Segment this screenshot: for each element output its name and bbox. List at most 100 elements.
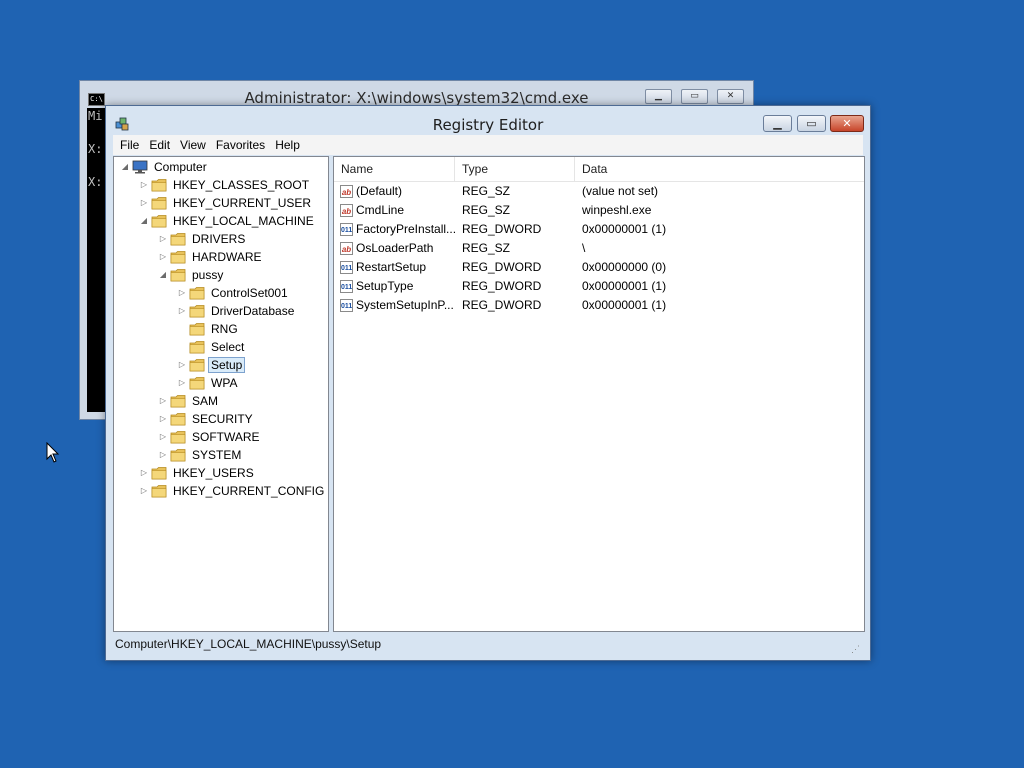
- tree-node-label: HKEY_USERS: [173, 466, 254, 480]
- value-name: SetupType: [356, 279, 414, 293]
- value-name-cell: 011 RestartSetup: [334, 258, 455, 277]
- collapsed-arrow-icon[interactable]: ▷: [139, 482, 149, 500]
- value-row[interactable]: ab CmdLine REG_SZ winpeshl.exe: [334, 201, 864, 220]
- menu-edit[interactable]: Edit: [144, 135, 175, 155]
- folder-icon: [189, 359, 205, 372]
- expanded-arrow-icon[interactable]: ◢: [158, 266, 168, 284]
- values-list[interactable]: Name Type Data ab (Default) REG_SZ (value n…: [333, 156, 865, 632]
- collapsed-arrow-icon[interactable]: ▷: [177, 374, 187, 392]
- tree-node-label: DriverDatabase: [211, 304, 295, 318]
- value-name-cell: 011 SystemSetupInP...: [334, 296, 455, 315]
- column-header-type[interactable]: Type: [455, 157, 575, 181]
- close-button[interactable]: ✕: [830, 115, 864, 132]
- value-name: CmdLine: [356, 203, 405, 217]
- menu-file[interactable]: File: [113, 135, 144, 155]
- tree-node[interactable]: ▷ HARDWARE: [158, 248, 264, 266]
- computer-icon: [132, 160, 148, 174]
- mouse-cursor-icon: [46, 442, 60, 463]
- menu-view[interactable]: View: [175, 135, 211, 155]
- resize-grip-icon[interactable]: ⋰: [851, 644, 861, 654]
- value-name: FactoryPreInstall...: [356, 222, 455, 236]
- collapsed-arrow-icon[interactable]: ▷: [177, 302, 187, 320]
- cmd-maximize-button[interactable]: ▭: [681, 89, 708, 104]
- value-row[interactable]: ab OsLoaderPath REG_SZ \: [334, 239, 864, 258]
- collapsed-arrow-icon[interactable]: ▷: [158, 230, 168, 248]
- tree-node[interactable]: RNG: [177, 320, 240, 338]
- value-row[interactable]: 011 SystemSetupInP... REG_DWORD 0x00000001 …: [334, 296, 864, 315]
- folder-icon: [189, 287, 205, 300]
- collapsed-arrow-icon[interactable]: ▷: [139, 464, 149, 482]
- value-name-cell: 011 FactoryPreInstall...: [334, 220, 455, 239]
- value-row[interactable]: 011 FactoryPreInstall... REG_DWORD 0x000000…: [334, 220, 864, 239]
- folder-icon: [189, 305, 205, 318]
- tree-node[interactable]: ▷ SECURITY: [158, 410, 255, 428]
- tree-node[interactable]: ◢ HKEY_LOCAL_MACHINE: [139, 212, 316, 230]
- folder-icon: [151, 197, 167, 210]
- tree-node[interactable]: ▷ HKEY_CURRENT_CONFIG: [139, 482, 326, 500]
- registry-tree[interactable]: ◢ Computer ▷ HKEY_CLASSES_ROOT ▷ HKEY_CURRENT…: [113, 156, 329, 632]
- cmd-title-bar[interactable]: C:\ Administrator: X:\windows\system32\c…: [80, 81, 753, 107]
- collapsed-arrow-icon[interactable]: ▷: [139, 176, 149, 194]
- tree-node-label: WPA: [211, 376, 238, 390]
- column-header-name[interactable]: Name: [334, 157, 455, 181]
- tree-node[interactable]: ▷ ControlSet001: [177, 284, 290, 302]
- collapsed-arrow-icon[interactable]: ▷: [139, 194, 149, 212]
- collapsed-arrow-icon[interactable]: ▷: [177, 356, 187, 374]
- value-data-cell: 0x00000001 (1): [582, 279, 667, 293]
- tree-node-label: HARDWARE: [192, 250, 262, 264]
- maximize-button[interactable]: ▭: [797, 115, 826, 132]
- minimize-button[interactable]: ▁: [763, 115, 792, 132]
- value-row[interactable]: 011 RestartSetup REG_DWORD 0x00000000 (0): [334, 258, 864, 277]
- tree-node[interactable]: Select: [177, 338, 246, 356]
- tree-node[interactable]: ▷ HKEY_CLASSES_ROOT: [139, 176, 311, 194]
- value-data-cell: 0x00000000 (0): [582, 260, 667, 274]
- menu-favorites[interactable]: Favorites: [211, 135, 270, 155]
- value-name: (Default): [356, 184, 403, 198]
- folder-icon: [151, 179, 167, 192]
- tree-node-label: HKEY_CLASSES_ROOT: [173, 178, 310, 192]
- folder-icon: [170, 251, 186, 264]
- cmd-close-button[interactable]: ✕: [717, 89, 744, 104]
- menu-help[interactable]: Help: [270, 135, 305, 155]
- collapsed-arrow-icon[interactable]: ▷: [158, 248, 168, 266]
- folder-icon: [189, 341, 205, 354]
- expanded-arrow-icon[interactable]: ◢: [120, 158, 130, 176]
- collapsed-arrow-icon[interactable]: ▷: [158, 410, 168, 428]
- expanded-arrow-icon[interactable]: ◢: [139, 212, 149, 230]
- tree-node[interactable]: ▷ SYSTEM: [158, 446, 243, 464]
- tree-node[interactable]: ▷ SAM: [158, 392, 220, 410]
- tree-node-label: SAM: [192, 394, 219, 408]
- tree-node[interactable]: ◢ Computer: [120, 158, 209, 176]
- tree-node[interactable]: ▷ SOFTWARE: [158, 428, 262, 446]
- column-header-data[interactable]: Data: [575, 157, 864, 181]
- folder-icon: [170, 395, 186, 408]
- value-name: SystemSetupInP...: [356, 298, 454, 312]
- tree-node-label: RNG: [211, 322, 238, 336]
- cmd-minimize-button[interactable]: ▁: [645, 89, 672, 104]
- tree-node[interactable]: ▷ HKEY_CURRENT_USER: [139, 194, 313, 212]
- tree-node-label: DRIVERS: [192, 232, 246, 246]
- collapsed-arrow-icon[interactable]: ▷: [177, 284, 187, 302]
- tree-node[interactable]: ▷ DRIVERS: [158, 230, 247, 248]
- cmd-console[interactable]: Mi X: X:: [87, 108, 106, 412]
- value-name-cell: ab (Default): [334, 182, 455, 201]
- folder-icon: [151, 467, 167, 480]
- value-type-cell: REG_DWORD: [462, 279, 542, 293]
- folder-icon: [170, 269, 186, 282]
- binary-value-icon: 011: [340, 261, 353, 274]
- value-row[interactable]: 011 SetupType REG_DWORD 0x00000001 (1): [334, 277, 864, 296]
- tree-node[interactable]: ▷ Setup: [177, 356, 246, 374]
- collapsed-arrow-icon[interactable]: ▷: [158, 428, 168, 446]
- value-row[interactable]: ab (Default) REG_SZ (value not set): [334, 182, 864, 201]
- tree-node[interactable]: ▷ HKEY_USERS: [139, 464, 256, 482]
- tree-node[interactable]: ◢ pussy: [158, 266, 225, 284]
- tree-node[interactable]: ▷ DriverDatabase: [177, 302, 296, 320]
- tree-node-label: Select: [211, 340, 245, 354]
- value-name: RestartSetup: [356, 260, 427, 274]
- registry-editor-window[interactable]: Registry Editor ▁ ▭ ✕ File Edit View Favori…: [105, 105, 871, 661]
- collapsed-arrow-icon[interactable]: ▷: [158, 392, 168, 410]
- value-data-cell: winpeshl.exe: [582, 203, 652, 217]
- column-header-row: Name Type Data: [334, 157, 864, 182]
- tree-node[interactable]: ▷ WPA: [177, 374, 239, 392]
- collapsed-arrow-icon[interactable]: ▷: [158, 446, 168, 464]
